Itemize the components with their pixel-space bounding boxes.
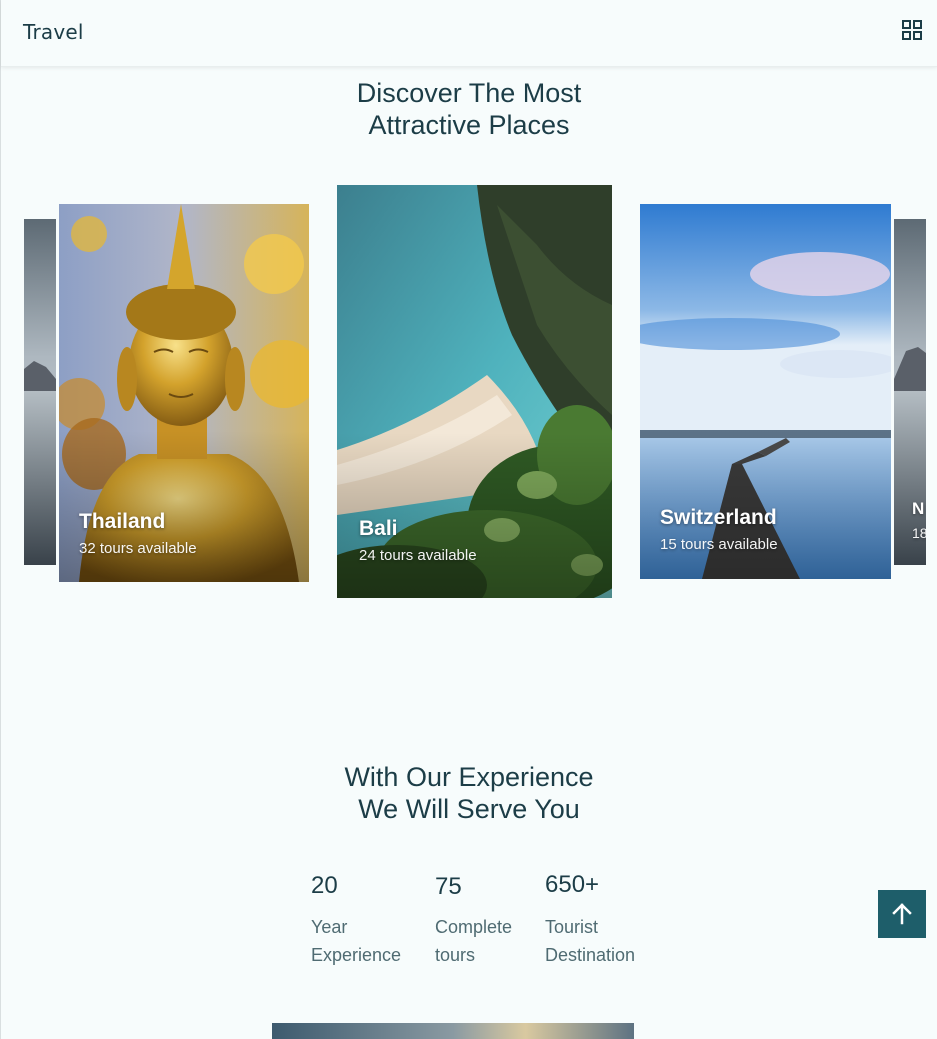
destination-card-partial-left[interactable] <box>24 219 56 565</box>
card-title: Thailand <box>79 510 166 533</box>
stat-label-line2: Experience <box>311 945 402 965</box>
arrow-up-icon <box>892 903 912 925</box>
stat-label-line2: Destination <box>545 945 636 965</box>
stat-label-line1: Tourist <box>545 917 599 937</box>
stat-value: 75 <box>435 873 462 900</box>
destination-card-bali[interactable]: Bali 24 tours available <box>337 185 612 598</box>
stat-label: Complete tours <box>435 913 512 969</box>
destination-card-switzerland[interactable]: Switzerland 15 tours available <box>640 204 891 579</box>
scroll-to-top-button[interactable] <box>878 890 926 938</box>
logo[interactable]: Travel <box>23 20 84 44</box>
destination-card-partial-right[interactable]: N 18 <box>894 219 926 565</box>
card-tours-count: 32 tours available <box>79 540 197 557</box>
grid-icon[interactable] <box>901 19 923 41</box>
card-title: N <box>912 499 925 518</box>
about-image <box>272 1023 634 1039</box>
card-label: Switzerland 15 tours available <box>660 506 778 553</box>
experience-title-line1: With Our Experience <box>344 762 594 792</box>
stat-label: Year Experience <box>311 913 401 969</box>
card-tours-count: 24 tours available <box>359 547 477 564</box>
discover-title: Discover The Most Attractive Places <box>1 77 937 141</box>
card-label: N 18 <box>912 499 926 541</box>
card-tours-count: 18 <box>912 525 926 541</box>
card-title: Bali <box>359 517 398 540</box>
destination-card-thailand[interactable]: Thailand 32 tours available <box>59 204 309 582</box>
experience-title-line2: We Will Serve You <box>358 794 580 824</box>
experience-title: With Our Experience We Will Serve You <box>1 761 937 825</box>
stat-label-line2: tours <box>435 945 476 965</box>
card-label: Thailand 32 tours available <box>79 510 197 557</box>
card-tours-count: 15 tours available <box>660 536 778 553</box>
discover-title-line1: Discover The Most <box>356 78 582 108</box>
stat-label-line1: Year <box>311 917 348 937</box>
discover-title-line2: Attractive Places <box>368 110 570 140</box>
stat-label: Tourist Destination <box>545 913 635 969</box>
stat-label-line1: Complete <box>435 917 513 937</box>
card-title: Switzerland <box>660 506 777 529</box>
stat-value: 20 <box>311 872 338 899</box>
card-label: Bali 24 tours available <box>359 517 477 564</box>
stat-value: 650+ <box>545 871 600 898</box>
header: Travel <box>1 0 937 67</box>
